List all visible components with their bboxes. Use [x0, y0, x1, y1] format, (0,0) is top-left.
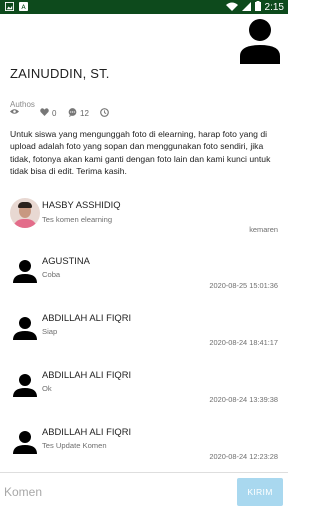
comment-item[interactable]: HASBY ASSHIDIQ Tes komen elearning kemar…	[0, 192, 288, 242]
person-avatar-icon	[10, 256, 40, 286]
battery-icon	[254, 1, 261, 14]
commenter-photo-avatar	[10, 198, 40, 228]
comment-item[interactable]: ABDILLAH ALI FIQRI Siap 2020-08-24 18:41…	[0, 305, 288, 355]
time-stat	[100, 108, 109, 119]
post-body: Untuk siswa yang mengunggah foto di elea…	[10, 129, 271, 177]
comments-stat[interactable]: 12	[68, 108, 89, 119]
comment-author: ABDILLAH ALI FIQRI	[42, 312, 132, 323]
app-notification-icon: A	[19, 2, 28, 13]
person-avatar-icon	[10, 370, 40, 400]
comment-text: Ok	[42, 384, 52, 393]
author-name: ZAINUDDIN, ST.	[10, 66, 110, 81]
chat-bubble-icon	[68, 108, 77, 119]
likes-stat[interactable]: 0	[40, 108, 56, 118]
clock-icon	[100, 108, 109, 119]
comment-author: HASBY ASSHIDIQ	[42, 199, 121, 210]
views-stat	[10, 108, 19, 117]
send-button[interactable]: KIRIM	[237, 478, 283, 506]
comment-text: Tes komen elearning	[42, 215, 113, 224]
comment-time: 2020-08-25 15:01:36	[209, 281, 278, 290]
comment-author: AGUSTINA	[42, 255, 90, 266]
eye-icon	[10, 108, 19, 117]
comments-count: 12	[80, 109, 89, 118]
svg-text:A: A	[21, 4, 26, 11]
comment-compose-bar: KIRIM	[0, 473, 288, 512]
comment-author: ABDILLAH ALI FIQRI	[42, 369, 132, 380]
status-time: 2:15	[264, 2, 284, 13]
post-stats: 0 12	[0, 108, 288, 122]
comment-time: 2020-08-24 12:23:28	[209, 452, 278, 461]
likes-count: 0	[52, 108, 57, 118]
gallery-notification-icon	[5, 2, 14, 13]
author-avatar-icon[interactable]	[240, 18, 280, 64]
comment-time: 2020-08-24 13:39:38	[209, 395, 278, 404]
comment-author: ABDILLAH ALI FIQRI	[42, 426, 132, 437]
comment-item[interactable]: ABDILLAH ALI FIQRI Tes Update Komen 2020…	[0, 419, 288, 469]
person-avatar-icon	[10, 427, 40, 457]
comment-item[interactable]: ABDILLAH ALI FIQRI Ok 2020-08-24 13:39:3…	[0, 362, 288, 412]
comment-input[interactable]	[4, 479, 230, 505]
status-bar: A 2:15	[0, 0, 288, 14]
comment-time: 2020-08-24 18:41:17	[209, 338, 278, 347]
comment-time: kemaren	[249, 225, 278, 234]
person-avatar-icon	[10, 313, 40, 343]
comment-text: Tes Update Komen	[42, 441, 107, 450]
signal-icon	[241, 1, 251, 14]
comment-text: Coba	[42, 270, 61, 279]
author-header: ZAINUDDIN, ST. Authos	[0, 14, 288, 118]
heart-icon	[40, 108, 49, 118]
wifi-icon	[225, 2, 238, 14]
comment-item[interactable]: AGUSTINA Coba 2020-08-25 15:01:36	[0, 248, 288, 298]
comment-text: Siap	[42, 327, 58, 336]
